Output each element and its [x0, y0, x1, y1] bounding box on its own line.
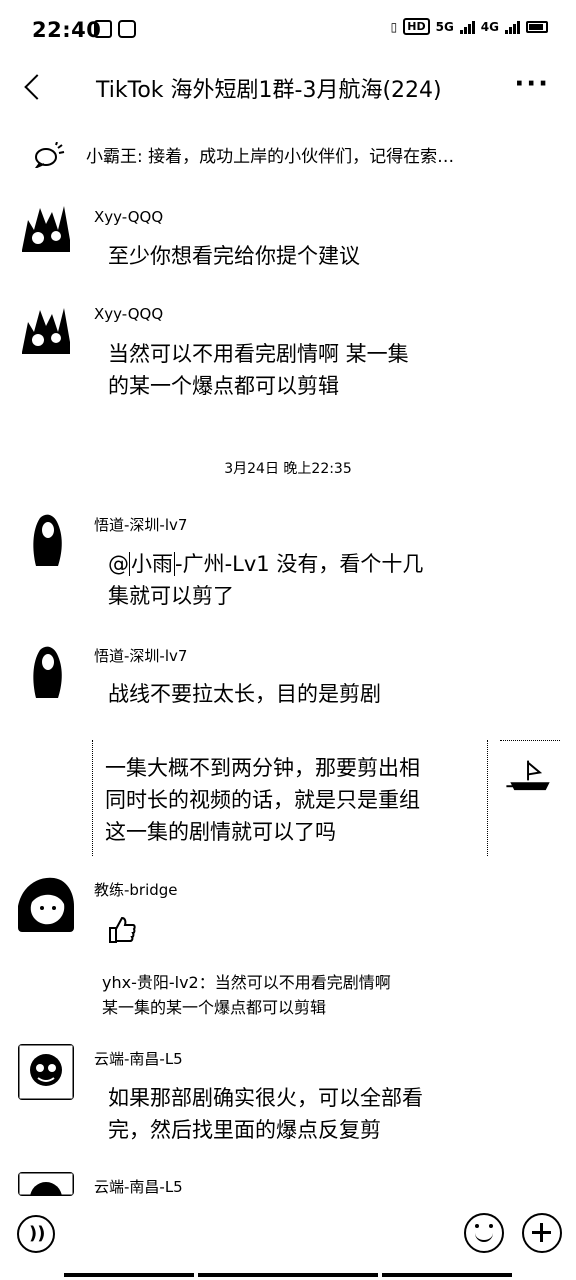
message-input[interactable]	[66, 1211, 452, 1255]
chat-header: TikTok 海外短剧1群-3月航海(224) ···	[0, 64, 576, 114]
message-text[interactable]: @小雨-广州-Lv1 没有，看个十几 集就可以剪了	[108, 548, 423, 612]
status-bar: 22:40 ▯ HD 5G 4G	[0, 0, 576, 64]
message-text: 一集大概不到两分钟，那要剪出相 同时长的视频的话，就是只是重组 这一集的剧情就可…	[105, 752, 420, 848]
self-avatar[interactable]	[500, 740, 560, 800]
plus-icon[interactable]	[522, 1213, 562, 1253]
home-indicator	[64, 1273, 194, 1277]
pinned-notice[interactable]: 小霸王: 接着，成功上岸的小伙伴们，记得在索…	[34, 140, 554, 170]
self-message-bubble[interactable]: 一集大概不到两分钟，那要剪出相 同时长的视频的话，就是只是重组 这一集的剧情就可…	[92, 740, 488, 856]
voice-icon[interactable]: ))	[17, 1215, 55, 1253]
message-line-rest: -广州-Lv1 没有，看个十几	[175, 552, 424, 576]
avatar[interactable]	[18, 642, 74, 698]
network-4g-label: 4G	[480, 19, 499, 34]
avatar[interactable]	[18, 1044, 74, 1100]
notice-text: 小霸王: 接着，成功上岸的小伙伴们，记得在索…	[86, 147, 455, 167]
avatar[interactable]	[18, 200, 74, 256]
network-5g-label: 5G	[435, 19, 454, 34]
notification-icon	[94, 20, 112, 38]
avatar[interactable]	[18, 302, 74, 358]
avatar[interactable]	[18, 510, 74, 566]
message-line: 的某一个爆点都可以剪辑	[108, 374, 339, 398]
sender-name: 云端-南昌-L5	[94, 1178, 183, 1196]
quote-line: 某一集的某一个爆点都可以剪辑	[102, 998, 327, 1017]
sender-name: 云端-南昌-L5	[94, 1050, 183, 1068]
sender-name: Xyy-QQQ	[94, 305, 164, 323]
at-symbol: @	[108, 552, 129, 576]
message-line: 一集大概不到两分钟，那要剪出相	[105, 756, 420, 780]
message-line: 如果那部剧确实很火，可以全部看	[108, 1086, 423, 1110]
hd-badge: HD	[403, 18, 430, 35]
avatar[interactable]	[18, 876, 74, 932]
chat-timestamp: 3月24日 晚上22:35	[224, 461, 352, 477]
battery-icon	[526, 20, 548, 33]
mention[interactable]: 小雨	[129, 552, 175, 576]
signal-bars-icon-2	[505, 20, 520, 34]
message-line: 完，然后找里面的爆点反复剪	[108, 1118, 381, 1142]
message-line: @小雨-广州-Lv1 没有，看个十几	[108, 548, 423, 580]
vibrate-icon: ▯	[390, 19, 398, 34]
thumbs-up-icon[interactable]	[108, 916, 136, 944]
sender-name: 教练-bridge	[94, 881, 178, 899]
status-time: 22:40	[32, 18, 102, 42]
message-line: 当然可以不用看完剧情啊 某一集	[108, 342, 409, 366]
emoji-icon[interactable]	[464, 1213, 504, 1253]
signal-bars-icon	[459, 20, 475, 34]
sender-name: 悟道-深圳-lv7	[94, 516, 188, 534]
input-bar: ))	[0, 1205, 576, 1265]
sender-name: Xyy-QQQ	[94, 208, 164, 226]
speaker-icon	[35, 142, 65, 168]
status-indicators: ▯ HD 5G 4G	[391, 18, 548, 35]
back-chevron-icon[interactable]	[20, 70, 50, 106]
message-line: 这一集的剧情就可以了吗	[105, 820, 336, 844]
home-indicator	[198, 1273, 378, 1277]
quoted-reply[interactable]: yhx-贵阳-lv2：当然可以不用看完剧情啊 某一集的某一个爆点都可以剪辑	[102, 970, 391, 1020]
sender-name: 悟道-深圳-lv7	[94, 647, 188, 665]
message-line: 集就可以剪了	[108, 584, 234, 608]
avatar[interactable]	[18, 1172, 74, 1196]
app-notification-icon	[118, 20, 136, 38]
message-text[interactable]: 如果那部剧确实很火，可以全部看 完，然后找里面的爆点反复剪	[108, 1082, 423, 1146]
message-text[interactable]: 当然可以不用看完剧情啊 某一集 的某一个爆点都可以剪辑	[108, 338, 409, 402]
home-indicator	[382, 1273, 512, 1277]
message-text[interactable]: 战线不要拉太长，目的是剪剧	[108, 678, 381, 710]
quote-line: yhx-贵阳-lv2：当然可以不用看完剧情啊	[102, 973, 391, 992]
message-text[interactable]: 至少你想看完给你提个建议	[108, 240, 360, 272]
message-line: 同时长的视频的话，就是只是重组	[105, 788, 420, 812]
more-dots-icon[interactable]: ···	[514, 71, 550, 97]
chat-title: TikTok 海外短剧1群-3月航海(224)	[96, 78, 442, 103]
